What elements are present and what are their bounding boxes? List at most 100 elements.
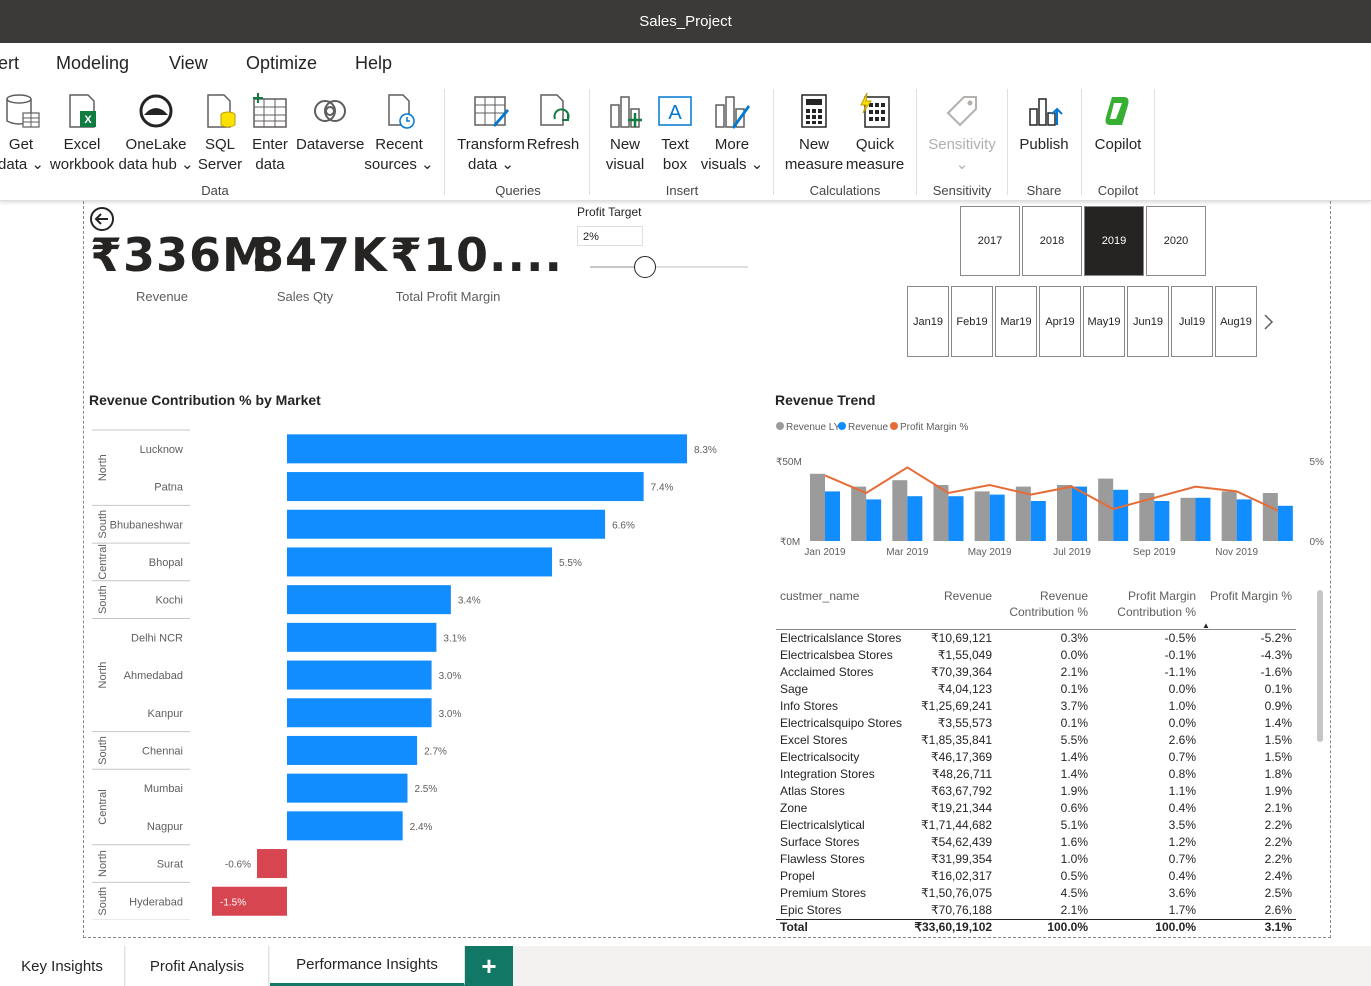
table-row[interactable]: Propel ₹16,02,317 0.5% 0.4% 2.4% (776, 868, 1296, 885)
market-bar[interactable] (287, 811, 403, 841)
tab-performance-insights[interactable]: Performance Insights (270, 946, 465, 986)
revenue-ly-bar[interactable] (974, 491, 990, 541)
year-slicer-item[interactable]: 2019 (1084, 206, 1144, 276)
revenue-ly-bar[interactable] (933, 485, 949, 541)
tab-profit-analysis[interactable]: Profit Analysis (126, 946, 269, 986)
market-bar[interactable] (287, 547, 553, 577)
more-visuals-button[interactable]: More visuals ⌄ (700, 91, 764, 175)
revenue-ly-bar[interactable] (1262, 493, 1278, 541)
revenue-ly-bar[interactable] (1057, 485, 1072, 541)
table-row[interactable]: Sage ₹4,04,123 0.1% 0.0% 0.1% (776, 681, 1296, 698)
add-page-button[interactable]: + (465, 946, 513, 986)
get-data-button[interactable]: Get data ⌄ (0, 91, 46, 175)
column-header-profit-margin[interactable]: Profit Margin % ▲ (1200, 588, 1296, 630)
table-row[interactable]: Premium Stores ₹1,50,76,075 4.5% 3.6% 2.5% (776, 885, 1296, 902)
column-header-revenue-contribution[interactable]: Revenue Contribution % (996, 588, 1092, 629)
market-bar[interactable] (287, 472, 644, 502)
revenue-bar[interactable] (1030, 501, 1046, 541)
revenue-ly-bar[interactable] (1180, 497, 1196, 541)
excel-workbook-button[interactable]: X Excel workbook (46, 91, 118, 175)
table-row[interactable]: Excel Stores ₹1,85,35,841 5.5% 2.6% 1.5% (776, 732, 1296, 749)
revenue-bar[interactable] (1277, 505, 1293, 541)
revenue-bar[interactable] (907, 496, 923, 541)
menu-view[interactable]: View (169, 53, 208, 74)
month-slicer-item[interactable]: Jan 19 (907, 286, 949, 357)
table-row[interactable]: Atlas Stores ₹63,67,792 1.9% 1.1% 1.9% (776, 783, 1296, 800)
profit-target-input[interactable]: 2% (577, 226, 643, 246)
month-slicer-item[interactable]: Mar 19 (995, 286, 1037, 357)
table-row[interactable]: Electricalslytical ₹1,71,44,682 5.1% 3.5% 2.… (776, 817, 1296, 834)
column-header-profit-margin-contribution[interactable]: Profit Margin Contribution % (1092, 588, 1200, 629)
column-header-customer[interactable]: custmer_name (776, 588, 906, 629)
legend-label[interactable]: Revenue LY (786, 422, 841, 433)
table-row[interactable]: Info Stores ₹1,25,69,241 3.7% 1.0% 0.9% (776, 698, 1296, 715)
copilot-button[interactable]: Copilot (1088, 91, 1148, 155)
month-slicer-item[interactable]: Feb 19 (951, 286, 993, 357)
table-row[interactable]: Electricalslance Stores ₹10,69,121 0.3% -0.… (776, 628, 1296, 647)
revenue-bar[interactable] (1195, 497, 1211, 541)
table-row[interactable]: Epic Stores ₹70,76,188 2.1% 1.7% 2.6% (776, 902, 1296, 920)
new-measure-button[interactable]: New measure (784, 91, 844, 175)
year-slicer-item[interactable]: 2018 (1022, 206, 1082, 276)
table-row[interactable]: Zone ₹19,21,344 0.6% 0.4% 2.1% (776, 800, 1296, 817)
month-slicer-item[interactable]: Jul 19 (1171, 286, 1213, 357)
sensitivity-button[interactable]: Sensitivity ⌄ (926, 91, 998, 175)
month-slicer-item[interactable]: Jun 19 (1127, 286, 1169, 357)
new-visual-button[interactable]: New visual (600, 91, 650, 175)
text-box-button[interactable]: A Text box (652, 91, 698, 175)
market-bar[interactable] (287, 585, 451, 615)
revenue-ly-bar[interactable] (851, 486, 867, 541)
revenue-bar[interactable] (825, 491, 840, 541)
menu-help[interactable]: Help (355, 53, 392, 74)
recent-sources-button[interactable]: Recent sources ⌄ (364, 91, 434, 175)
market-bar[interactable] (287, 660, 432, 690)
table-row[interactable]: Flawless Stores ₹31,99,354 1.0% 0.7% 2.2% (776, 851, 1296, 868)
market-bar[interactable] (287, 735, 418, 765)
legend-label[interactable]: Revenue (848, 422, 888, 433)
table-row[interactable]: Electricalsquipo Stores ₹3,55,573 0.1% 0.0%… (776, 715, 1296, 732)
year-slicer-item[interactable]: 2017 (960, 206, 1020, 276)
revenue-bar[interactable] (866, 499, 882, 541)
legend-label[interactable]: Profit Margin % (900, 422, 968, 433)
menu-optimize[interactable]: Optimize (246, 53, 317, 74)
table-row[interactable]: Electricalsocity ₹46,17,369 1.4% 0.7% 1.5% (776, 749, 1296, 766)
table-row[interactable]: Surface Stores ₹54,62,439 1.6% 1.2% 2.2% (776, 834, 1296, 851)
month-slicer-item[interactable]: May 19 (1083, 286, 1125, 357)
table-row[interactable]: Acclaimed Stores ₹70,39,364 2.1% -1.1% -1.6% (776, 664, 1296, 681)
market-bar[interactable] (287, 622, 437, 652)
publish-button[interactable]: Publish (1016, 91, 1072, 155)
revenue-bar[interactable] (989, 494, 1005, 541)
revenue-bar[interactable] (1236, 499, 1252, 541)
menu-insert[interactable]: ert (0, 53, 19, 74)
tab-key-insights[interactable]: Key Insights (0, 946, 125, 986)
revenue-ly-bar[interactable] (1098, 478, 1114, 541)
menu-modeling[interactable]: Modeling (56, 53, 129, 74)
market-bar[interactable] (287, 509, 606, 539)
enter-data-button[interactable]: Enter data (246, 91, 294, 175)
revenue-bar[interactable] (1072, 486, 1087, 541)
month-slicer-item[interactable]: Apr 19 (1039, 286, 1081, 357)
sql-server-button[interactable]: SQL Server (196, 91, 244, 175)
dataverse-button[interactable]: Dataverse (296, 91, 364, 155)
year-slicer-item[interactable]: 2020 (1146, 206, 1206, 276)
table-row[interactable]: Integration Stores ₹48,26,711 1.4% 0.8% 1.8% (776, 766, 1296, 783)
revenue-ly-bar[interactable] (892, 480, 908, 541)
market-bar[interactable] (257, 849, 287, 879)
revenue-ly-bar[interactable] (1221, 491, 1237, 541)
column-header-revenue[interactable]: Revenue (906, 588, 996, 629)
chevron-right-icon[interactable] (1261, 312, 1275, 332)
market-bar[interactable] (287, 698, 432, 728)
revenue-bar[interactable] (948, 496, 964, 541)
table-scrollbar[interactable] (1317, 590, 1323, 742)
transform-data-button[interactable]: Transform data ⌄ (456, 91, 526, 175)
refresh-button[interactable]: Refresh (526, 91, 580, 155)
onelake-data-hub-button[interactable]: OneLake data hub ⌄ (118, 91, 194, 175)
market-bar[interactable] (287, 434, 687, 464)
revenue-bar[interactable] (1154, 501, 1170, 541)
table-row[interactable]: Electricalsbea Stores ₹1,55,049 0.0% -0.1% -… (776, 647, 1296, 664)
market-bar[interactable] (287, 773, 408, 803)
revenue-ly-bar[interactable] (810, 473, 825, 541)
month-slicer-item[interactable]: Aug 19 (1215, 286, 1257, 357)
quick-measure-button[interactable]: Quick measure (844, 91, 906, 175)
revenue-bar[interactable] (1113, 489, 1129, 541)
